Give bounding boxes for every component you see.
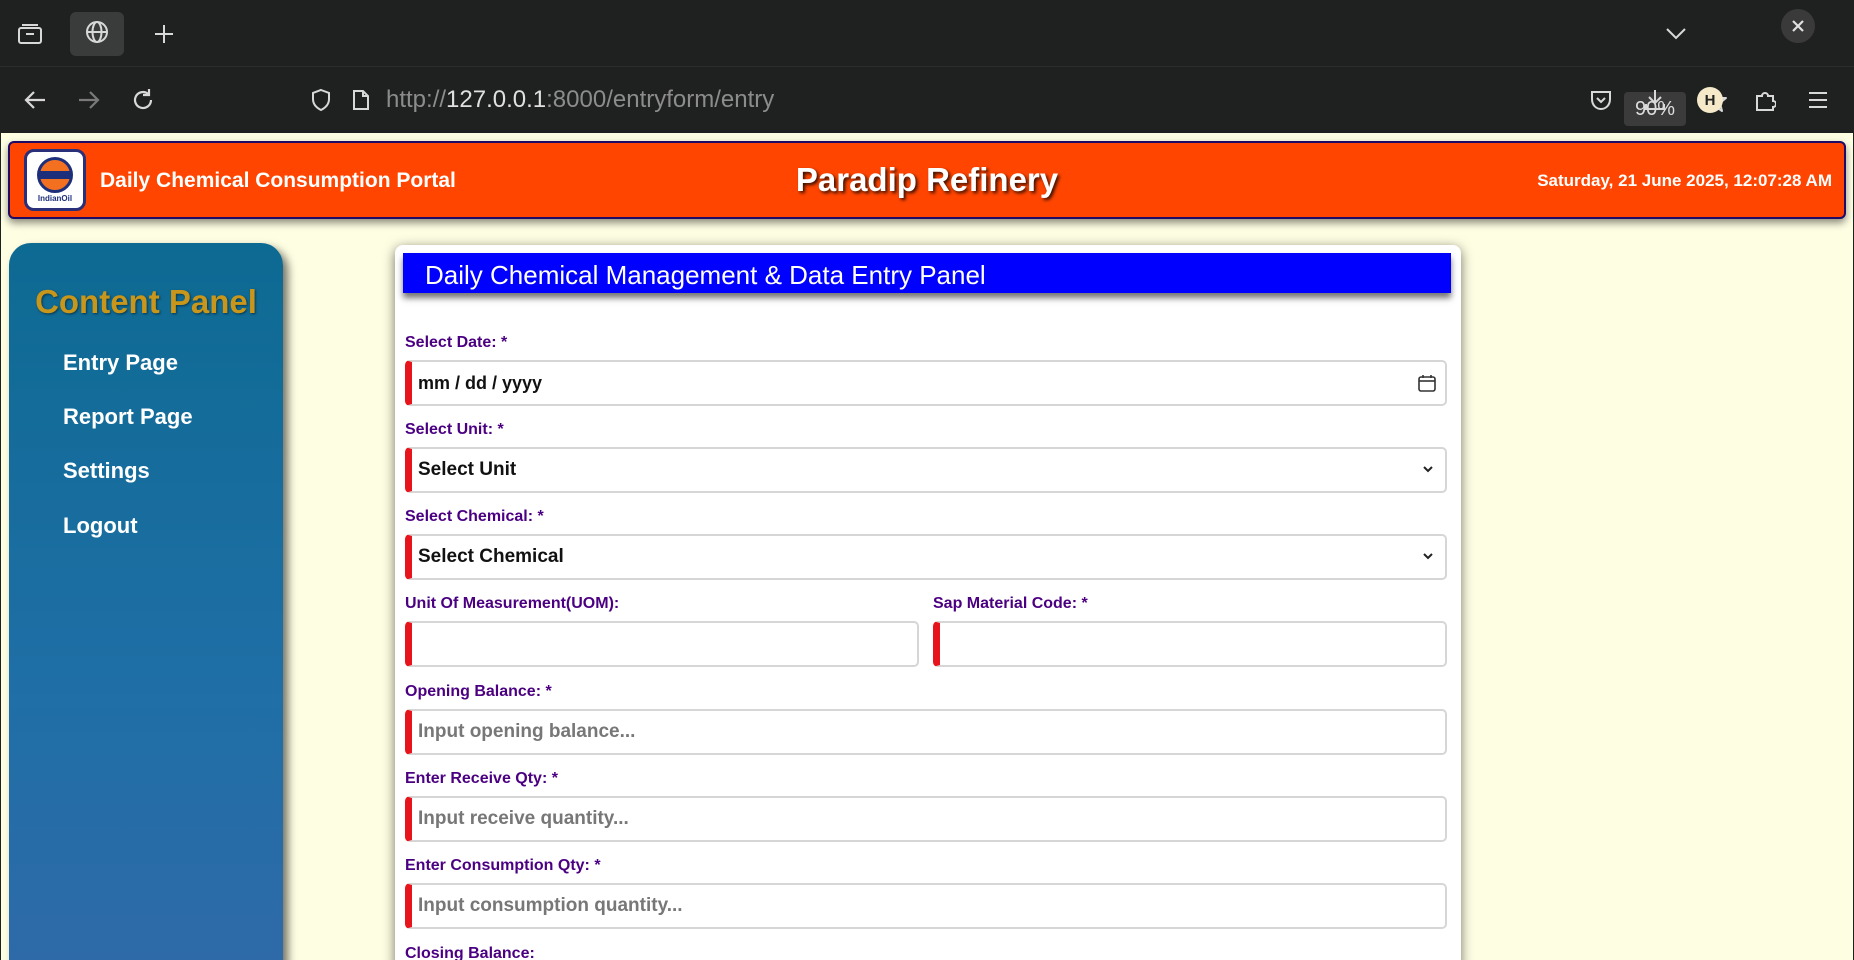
sidebar-item-settings[interactable]: Settings [63, 458, 150, 484]
date-label: Select Date: * [405, 334, 508, 351]
sidebar-title: Content Panel [35, 283, 257, 320]
calendar-icon[interactable] [1417, 373, 1437, 398]
opening-balance-placeholder: Input opening balance... [418, 721, 636, 742]
date-input[interactable]: mm / dd / yyyy [405, 360, 1447, 406]
reload-icon[interactable] [128, 85, 158, 115]
entry-form-card: Daily Chemical Management & Data Entry P… [395, 245, 1461, 960]
tab-current[interactable] [70, 12, 124, 56]
chevron-down-icon [1421, 462, 1435, 481]
sidebar-item-report-page[interactable]: Report Page [63, 404, 193, 430]
browser-nav-bar: http://127.0.0.1:8000/entryform/entry 90… [0, 66, 1854, 132]
forward-arrow-icon[interactable] [74, 85, 104, 115]
extensions-icon[interactable] [1750, 85, 1780, 115]
opening-balance-input[interactable]: Input opening balance... [405, 709, 1447, 755]
closing-balance-label: Closing Balance: [405, 945, 535, 960]
page-viewport: IndianOil Daily Chemical Consumption Por… [1, 133, 1853, 960]
tab-list-chevron-icon[interactable] [1662, 20, 1690, 48]
uom-label: Unit Of Measurement(UOM): [405, 595, 620, 612]
consumption-qty-input[interactable]: Input consumption quantity... [405, 883, 1447, 929]
date-input-value: mm / dd / yyyy [418, 372, 543, 393]
unit-select[interactable]: Select Unit [405, 447, 1447, 493]
sap-code-label: Sap Material Code: * [933, 595, 1088, 612]
chemical-select[interactable]: Select Chemical [405, 534, 1447, 580]
profile-avatar-icon[interactable]: H [1697, 87, 1723, 113]
url-text[interactable]: http://127.0.0.1:8000/entryform/entry [386, 86, 774, 114]
address-bar[interactable]: http://127.0.0.1:8000/entryform/entry 90… [306, 77, 1727, 126]
chemical-select-value: Select Chemical [418, 546, 564, 567]
current-datetime: Saturday, 21 June 2025, 12:07:28 AM [1537, 171, 1832, 190]
opening-balance-label: Opening Balance: * [405, 683, 552, 700]
download-icon[interactable] [1640, 85, 1670, 115]
receive-qty-input[interactable]: Input receive quantity... [405, 796, 1447, 842]
site-header: IndianOil Daily Chemical Consumption Por… [8, 141, 1846, 219]
panel-title: Daily Chemical Management & Data Entry P… [425, 260, 986, 290]
chevron-down-icon [1421, 549, 1435, 568]
page-info-icon[interactable] [346, 89, 376, 111]
close-window-icon[interactable] [1781, 9, 1815, 43]
globe-icon [85, 20, 109, 49]
sap-code-field[interactable] [933, 621, 1447, 667]
chemical-label: Select Chemical: * [405, 508, 544, 525]
shield-icon[interactable] [306, 88, 336, 112]
tab-overview-icon[interactable] [14, 20, 46, 48]
uom-field[interactable] [405, 621, 919, 667]
pocket-icon[interactable] [1586, 85, 1616, 115]
sidebar: Content Panel Entry Page Report Page Set… [9, 243, 283, 960]
consumption-qty-label: Enter Consumption Qty: * [405, 857, 601, 874]
sidebar-item-entry-page[interactable]: Entry Page [63, 350, 178, 376]
browser-tab-bar [0, 0, 1854, 66]
new-tab-icon[interactable] [150, 20, 178, 48]
panel-header: Daily Chemical Management & Data Entry P… [403, 253, 1451, 293]
consumption-qty-placeholder: Input consumption quantity... [418, 895, 683, 916]
sidebar-item-logout[interactable]: Logout [63, 513, 138, 539]
receive-qty-label: Enter Receive Qty: * [405, 770, 558, 787]
back-arrow-icon[interactable] [20, 85, 50, 115]
unit-label: Select Unit: * [405, 421, 504, 438]
unit-select-value: Select Unit [418, 459, 517, 480]
receive-qty-placeholder: Input receive quantity... [418, 808, 629, 829]
app-menu-icon[interactable] [1803, 85, 1833, 115]
